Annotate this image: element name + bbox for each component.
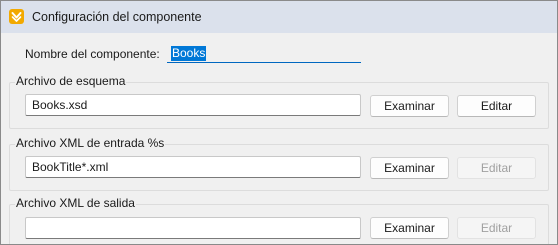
output-xml-input[interactable]: [25, 217, 361, 239]
input-xml-browse-button[interactable]: Examinar: [370, 157, 449, 179]
component-name-input[interactable]: Books: [167, 43, 361, 63]
output-xml-label: Archivo XML de salida: [15, 196, 136, 210]
component-name-label: Nombre del componente:: [25, 47, 160, 61]
output-xml-browse-button[interactable]: Examinar: [370, 217, 449, 239]
schema-file-input[interactable]: Books.xsd: [25, 94, 361, 116]
input-xml-input[interactable]: BookTitle*.xml: [25, 156, 361, 178]
schema-edit-button[interactable]: Editar: [457, 95, 536, 117]
schema-browse-button[interactable]: Examinar: [370, 95, 449, 117]
title-bar[interactable]: Configuración del componente: [1, 1, 557, 33]
schema-file-label: Archivo de esquema: [15, 74, 127, 88]
app-icon: [9, 9, 24, 24]
input-xml-value: BookTitle*.xml: [32, 160, 109, 174]
output-xml-edit-button[interactable]: Editar: [457, 217, 536, 239]
window-title: Configuración del componente: [32, 10, 202, 24]
input-xml-label: Archivo XML de entrada %s: [15, 136, 166, 150]
input-xml-edit-button[interactable]: Editar: [457, 157, 536, 179]
component-settings-dialog: Configuración del componente Nombre del …: [0, 0, 558, 245]
component-name-value: Books: [171, 46, 207, 61]
schema-file-value: Books.xsd: [32, 98, 88, 112]
